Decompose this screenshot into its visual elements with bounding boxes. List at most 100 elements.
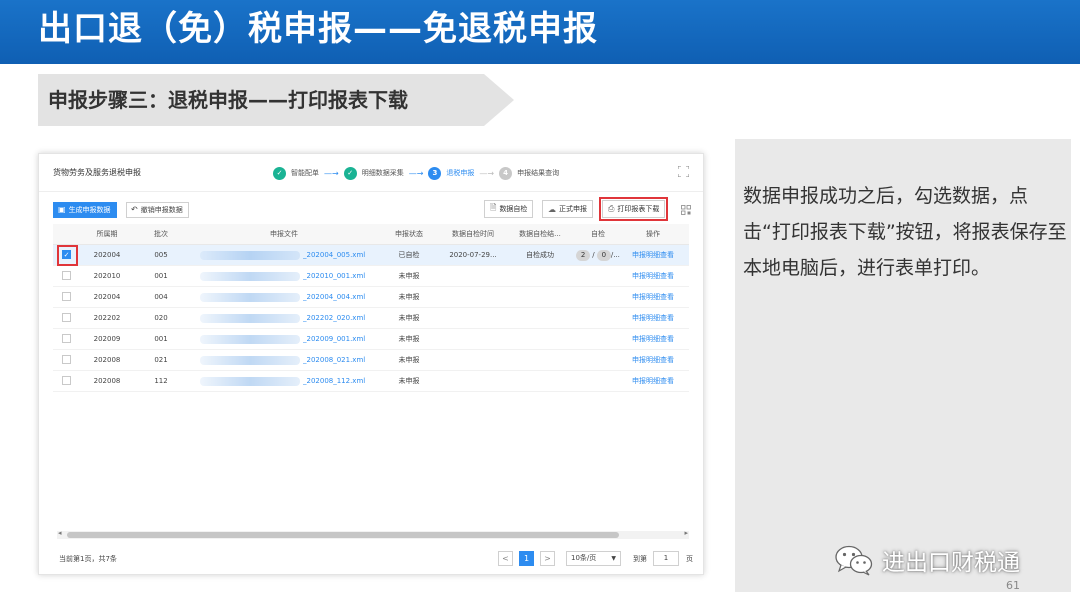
tab-generate-data[interactable]: ▣ 生成申报数据: [53, 202, 117, 218]
table-icon: ▣: [58, 205, 66, 214]
row-checkbox[interactable]: [62, 355, 71, 364]
view-details-link[interactable]: 申报明细查看: [623, 245, 683, 266]
cell-self-check: [573, 266, 623, 287]
prev-page-button[interactable]: <: [498, 551, 513, 566]
row-checkbox[interactable]: [62, 292, 71, 301]
formal-declare-button[interactable]: ☁ 正式申报: [542, 200, 593, 218]
fullscreen-icon[interactable]: [678, 166, 689, 177]
watermark-text: 进出口财税通: [882, 550, 1020, 576]
cell-file[interactable]: _202010_001.xml: [303, 266, 379, 287]
app-window: 货物劳务及服务退税申报 ✓ 智能配单 —→ ✓ 明细数据采集 —→ 3 退税申报 —→ 4 申报结果…: [38, 153, 704, 575]
col-period[interactable]: 所属期: [81, 224, 133, 245]
col-self-check[interactable]: 自检: [573, 224, 623, 245]
goto-page-input[interactable]: 1: [653, 551, 679, 566]
watermark: 进出口财税通: [834, 540, 1020, 580]
row-checkbox[interactable]: [62, 334, 71, 343]
scroll-right-icon[interactable]: ▸: [684, 529, 688, 537]
cell-file[interactable]: _202008_112.xml: [303, 371, 379, 392]
col-check-result[interactable]: 数据自检结...: [507, 224, 573, 245]
page-size-select[interactable]: 10条/页 ▼: [566, 551, 621, 566]
toolbar: ▣ 生成申报数据 ↶ 撤销申报数据 🗎 数据自检 ☁ 正式申报 ⎙ 打印报表下载: [39, 197, 703, 221]
cell-file[interactable]: _202004_004.xml: [303, 287, 379, 308]
table-row[interactable]: 202009 001 未申报 _202009_001.xml 申报明细查看: [53, 329, 689, 350]
cell-file[interactable]: _202008_021.xml: [303, 350, 379, 371]
cell-period: 202008: [93, 356, 121, 364]
cell-period: 202004: [93, 293, 121, 301]
cell-file[interactable]: _202202_020.xml: [303, 308, 379, 329]
check-count-badge: 2: [576, 250, 591, 261]
col-batch[interactable]: 批次: [133, 224, 189, 245]
cell-period: 202004: [93, 251, 121, 259]
caret-down-icon: ▼: [611, 555, 616, 562]
declaration-table: 所属期 批次 申报文件 申报状态 数据自检时间 数据自检结... 自检 操作 ✓…: [53, 224, 689, 524]
app-title: 货物劳务及服务退税申报: [53, 168, 141, 177]
cell-check-result: [507, 329, 573, 350]
cell-check-time: [439, 308, 507, 329]
next-page-button[interactable]: >: [540, 551, 555, 566]
printer-icon: ⎙: [608, 204, 615, 213]
row-checkbox[interactable]: [62, 271, 71, 280]
cell-period: 202008: [93, 377, 121, 385]
table-row[interactable]: ✓ 202004 005 已自检 2020-07-29... 自检成功 _202004_00…: [53, 245, 689, 266]
row-checkbox[interactable]: [62, 313, 71, 322]
table-row[interactable]: 202010 001 未申报 _202010_001.xml 申报明细查看: [53, 266, 689, 287]
table-row[interactable]: 202008 021 未申报 _202008_021.xml 申报明细查看: [53, 350, 689, 371]
table-header-row: 所属期 批次 申报文件 申报状态 数据自检时间 数据自检结... 自检 操作: [53, 224, 689, 245]
redacted-filename: [200, 335, 300, 344]
wizard-step-label: 明细数据采集: [361, 169, 404, 177]
cell-status: 未申报: [398, 377, 420, 385]
step-number-badge: 4: [499, 166, 513, 180]
cell-status: 未申报: [398, 272, 420, 280]
cell-file[interactable]: _202004_005.xml: [303, 245, 379, 266]
cell-check-result: [507, 371, 573, 392]
check-circle-icon: ✓: [273, 166, 286, 180]
self-check-button[interactable]: 🗎 数据自检: [484, 200, 534, 218]
cell-check-time: [439, 287, 507, 308]
cell-status: 未申报: [398, 314, 420, 322]
wizard-step: ✓ 明细数据采集: [343, 166, 404, 180]
cell-batch: 004: [154, 293, 168, 301]
cell-check-time: [439, 371, 507, 392]
slide-title: 出口退（免）税申报——免退税申报: [38, 9, 598, 49]
page-1-button[interactable]: 1: [519, 551, 534, 566]
cell-check-time: [439, 350, 507, 371]
view-details-link[interactable]: 申报明细查看: [623, 329, 683, 350]
cell-file[interactable]: _202009_001.xml: [303, 329, 379, 350]
col-file[interactable]: 申报文件: [189, 224, 379, 245]
cell-check-result: [507, 266, 573, 287]
scroll-left-icon[interactable]: ◂: [58, 529, 62, 537]
horizontal-scrollbar[interactable]: ◂ ▸: [57, 529, 689, 539]
print-download-button[interactable]: ⎙ 打印报表下载: [598, 197, 669, 221]
col-action[interactable]: 操作: [623, 224, 683, 245]
table-row[interactable]: 202202 020 未申报 _202202_020.xml 申报明细查看: [53, 308, 689, 329]
step-banner: 申报步骤三：退税申报——打印报表下载: [38, 74, 514, 126]
wizard-steps: ✓ 智能配单 —→ ✓ 明细数据采集 —→ 3 退税申报 —→ 4 申报结果查询: [273, 165, 559, 181]
view-details-link[interactable]: 申报明细查看: [623, 287, 683, 308]
wizard-step: 3 退税申报: [428, 166, 474, 180]
step-number-badge: 3: [428, 166, 442, 180]
cell-check-time: [439, 266, 507, 287]
col-check-time[interactable]: 数据自检时间: [439, 224, 507, 245]
scrollbar-thumb[interactable]: [67, 532, 619, 538]
wizard-step-label: 智能配单: [291, 169, 319, 177]
tab-revoke-data[interactable]: ↶ 撤销申报数据: [126, 202, 189, 218]
pagination: 当前第1页，共7条 < 1 > 10条/页 ▼ 到第 1 页: [39, 546, 703, 572]
row-checkbox[interactable]: [62, 376, 71, 385]
qr-code-icon[interactable]: [681, 205, 691, 215]
col-status[interactable]: 申报状态: [379, 224, 439, 245]
view-details-link[interactable]: 申报明细查看: [623, 266, 683, 287]
cell-status: 未申报: [398, 293, 420, 301]
arrow-right-icon: —→: [324, 168, 339, 178]
table-row[interactable]: 202008 112 未申报 _202008_112.xml 申报明细查看: [53, 371, 689, 392]
table-row[interactable]: 202004 004 未申报 _202004_004.xml 申报明细查看: [53, 287, 689, 308]
view-details-link[interactable]: 申报明细查看: [623, 371, 683, 392]
cell-self-check: [573, 350, 623, 371]
view-details-link[interactable]: 申报明细查看: [623, 350, 683, 371]
redacted-filename: [200, 272, 300, 281]
view-details-link[interactable]: 申报明细查看: [623, 308, 683, 329]
tab-revoke-label: 撤销申报数据: [140, 206, 183, 214]
cell-check-result: [507, 350, 573, 371]
cell-check-result: [507, 287, 573, 308]
check-more: /...: [610, 251, 620, 259]
cell-self-check: [573, 329, 623, 350]
